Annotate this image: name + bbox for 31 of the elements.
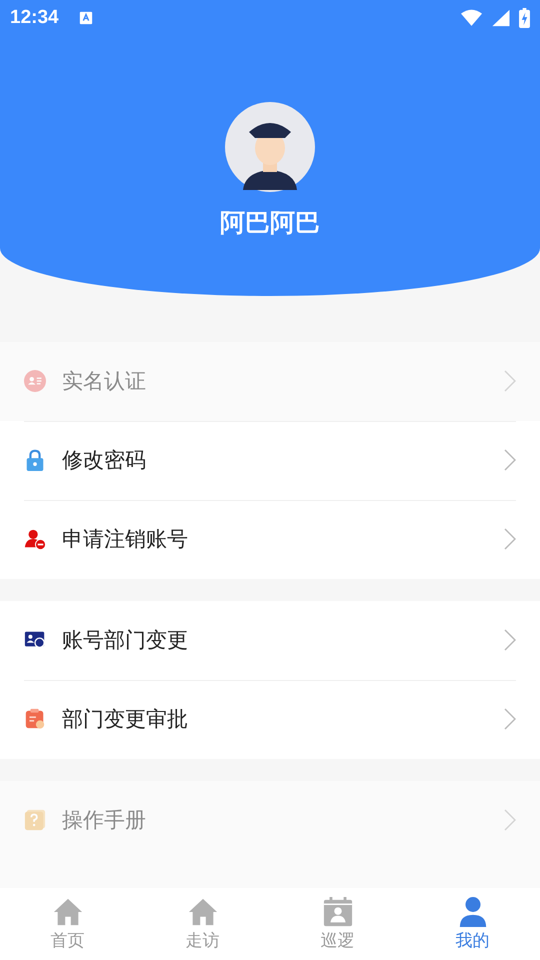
nav-tab[interactable]: 走访 (135, 888, 270, 960)
menu-label: 申请注销账号 (62, 526, 189, 553)
person-icon (458, 896, 488, 926)
keyboard-icon (78, 11, 93, 25)
chevron-right-icon (504, 809, 516, 831)
nav-tab[interactable]: 首页 (0, 888, 135, 960)
nav-tab[interactable]: 我的 (405, 888, 540, 960)
status-time: 12:34 (10, 7, 59, 29)
home-icon (52, 896, 82, 926)
id-card-icon (24, 370, 46, 392)
menu-label: 操作手册 (62, 807, 147, 834)
lock-icon (24, 449, 46, 471)
menu-label: 实名认证 (62, 368, 147, 395)
chevron-right-icon (504, 528, 516, 550)
clipboard-icon (24, 708, 46, 730)
home-icon (188, 896, 218, 926)
nav-tab[interactable]: 巡逻 (270, 888, 405, 960)
chevron-right-icon (504, 629, 516, 651)
chevron-right-icon (504, 449, 516, 471)
chevron-right-icon (504, 370, 516, 392)
user-name: 阿巴阿巴 (220, 207, 320, 239)
menu-label: 部门变更审批 (62, 706, 189, 733)
calendar-person-icon (322, 896, 352, 926)
menu-label: 修改密码 (62, 447, 147, 474)
menu-label: 账号部门变更 (62, 627, 189, 654)
signal-icon (490, 9, 511, 27)
user-remove-icon (24, 528, 46, 550)
chevron-right-icon (504, 708, 516, 730)
wifi-icon (461, 9, 482, 27)
battery-charging-icon (519, 8, 530, 28)
help-icon (24, 809, 46, 831)
